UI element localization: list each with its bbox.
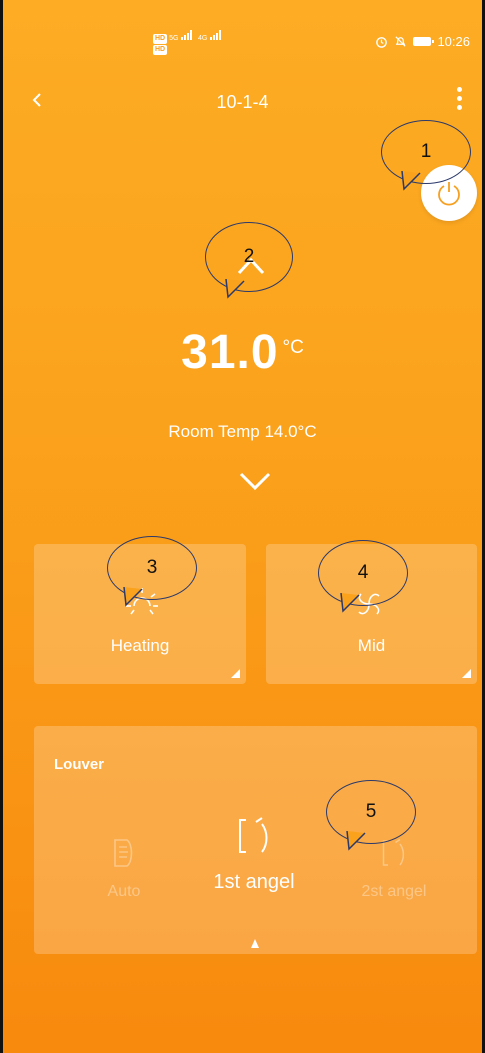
mute-bell-icon xyxy=(395,36,407,47)
hd-badge: HD xyxy=(153,45,168,55)
louver-option-label: Auto xyxy=(107,883,141,900)
signal-icon xyxy=(181,30,193,40)
annotation-bubble-5: 5 xyxy=(326,780,416,851)
louver-title: Louver xyxy=(54,756,105,773)
louver-option-1st-angel[interactable]: 1st angel xyxy=(184,814,324,894)
annotation-bubble-4: 4 xyxy=(318,540,408,613)
bubble-tail-icon xyxy=(346,831,366,851)
status-bar: HD 5G 4G HD 10:26 xyxy=(3,22,482,62)
dot xyxy=(456,105,462,110)
chevron-down-icon xyxy=(239,472,271,491)
app-screen: HD 5G 4G HD 10:26 10-1-4 31.0 °C Room Te… xyxy=(0,0,485,1053)
temperature-unit: °C xyxy=(282,337,304,358)
bubble-tail-icon xyxy=(123,587,143,607)
annotation-bubble-3: 3 xyxy=(107,536,197,607)
mode-label: Heating xyxy=(110,636,170,655)
louver-option-label: 1st angel xyxy=(213,871,295,893)
battery-icon xyxy=(413,37,435,46)
louver-card: Louver Auto 1st angel 2st angel xyxy=(34,726,477,954)
status-right: 10:26 xyxy=(375,34,470,49)
bubble-tail-icon xyxy=(225,279,245,299)
bubble-tail-icon xyxy=(401,171,421,191)
corner-indicator-icon xyxy=(231,669,240,678)
more-menu-button[interactable] xyxy=(456,87,462,110)
network-indicators: HD 5G 4G HD xyxy=(153,30,224,55)
temperature-value: 31.0 xyxy=(181,326,279,379)
annotation-number: 5 xyxy=(365,801,377,822)
annotation-number: 2 xyxy=(243,246,255,267)
annotation-number: 3 xyxy=(146,557,158,578)
hd-badge: HD xyxy=(153,34,168,44)
fan-speed-label: Mid xyxy=(357,636,386,655)
set-temperature: 31.0 °C xyxy=(3,325,482,380)
dot xyxy=(456,96,462,101)
device-title: 10-1-4 xyxy=(216,92,269,112)
network-4g-label: 4G xyxy=(198,35,208,42)
temp-down-button[interactable] xyxy=(235,468,275,496)
alarm-icon xyxy=(376,37,388,48)
louver-auto-icon xyxy=(114,839,133,867)
annotation-number: 4 xyxy=(357,562,369,583)
expand-indicator-icon[interactable] xyxy=(251,939,259,948)
corner-indicator-icon xyxy=(462,669,471,678)
room-temperature: Room Temp 14.0°C xyxy=(168,422,317,441)
dot xyxy=(456,87,462,92)
louver-option-auto[interactable]: Auto xyxy=(89,836,159,901)
network-5g-label: 5G xyxy=(169,35,179,42)
bubble-tail-icon xyxy=(340,593,360,613)
annotation-number: 1 xyxy=(420,141,432,162)
annotation-bubble-1: 1 xyxy=(381,120,471,191)
clock: 10:26 xyxy=(437,34,470,49)
annotation-bubble-2: 2 xyxy=(205,222,293,299)
louver-option-label: 2st angel xyxy=(361,883,427,900)
louver-angle-icon xyxy=(239,817,268,853)
signal-icon xyxy=(210,30,222,40)
navigation-bar: 10-1-4 xyxy=(3,85,482,125)
